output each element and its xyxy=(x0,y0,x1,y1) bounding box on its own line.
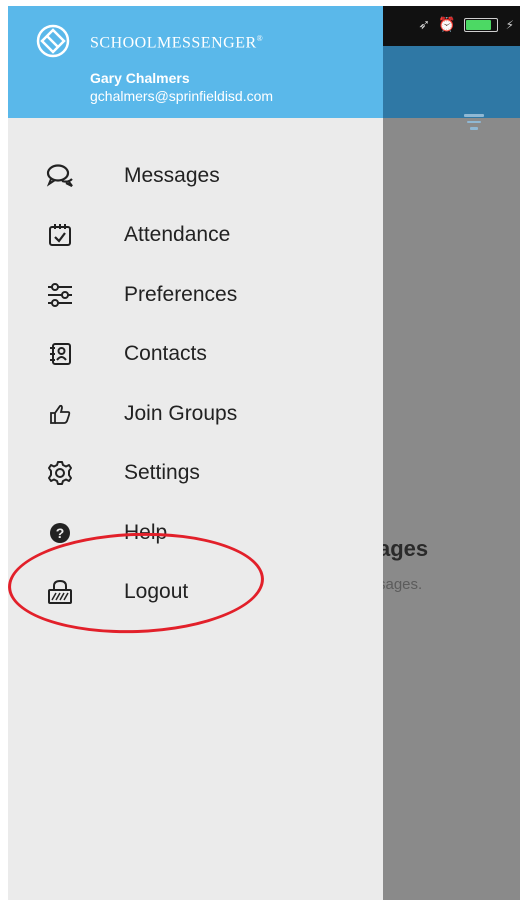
status-icons: ➶ ⏰ ⚡ xyxy=(418,16,514,33)
menu-item-label: Preferences xyxy=(124,282,238,306)
schoolmessenger-logo-icon xyxy=(36,24,70,58)
address-book-icon xyxy=(46,340,74,368)
svg-text:?: ? xyxy=(56,525,65,541)
user-name: Gary Chalmers xyxy=(90,70,190,86)
menu-item-preferences[interactable]: Preferences xyxy=(8,265,383,325)
menu-item-attendance[interactable]: Attendance xyxy=(8,206,383,266)
menu-item-label: Logout xyxy=(124,580,189,604)
alarm-icon: ⏰ xyxy=(438,16,456,32)
charging-bolt-icon: ⚡ xyxy=(505,17,514,32)
menu-item-contacts[interactable]: Contacts xyxy=(8,325,383,385)
menu-item-help[interactable]: ? Help xyxy=(8,503,383,563)
menu-item-settings[interactable]: Settings xyxy=(8,444,383,504)
drawer-menu: Messages Attendance Preferences Contacts xyxy=(8,146,383,622)
menu-item-label: Contacts xyxy=(124,342,207,366)
menu-item-label: Settings xyxy=(124,461,200,485)
location-arrow-icon: ➶ xyxy=(418,16,431,32)
battery-level xyxy=(465,19,492,30)
brand-name: SchoolMessenger® xyxy=(90,34,264,52)
navigation-drawer: SchoolMessenger® Gary Chalmers gchalmers… xyxy=(8,6,383,900)
menu-item-label: Messages xyxy=(124,163,220,187)
gear-icon xyxy=(46,459,74,487)
thumbs-up-icon xyxy=(46,400,74,428)
menu-item-join-groups[interactable]: Join Groups xyxy=(8,384,383,444)
help-circle-icon: ? xyxy=(46,519,74,547)
user-email: gchalmers@sprinfieldisd.com xyxy=(90,88,274,104)
menu-item-logout[interactable]: Logout xyxy=(8,563,383,623)
phone-screen: ➶ ⏰ ⚡ ages sages. Scho xyxy=(8,6,520,900)
battery-icon xyxy=(463,17,498,32)
menu-item-label: Help xyxy=(124,520,168,544)
drawer-header: SchoolMessenger® Gary Chalmers gchalmers… xyxy=(8,6,383,118)
sliders-icon xyxy=(46,281,74,309)
menu-item-label: Attendance xyxy=(124,223,231,247)
filter-icon[interactable] xyxy=(464,114,484,131)
calendar-check-icon xyxy=(46,221,74,249)
lock-icon xyxy=(46,578,74,606)
menu-item-messages[interactable]: Messages xyxy=(8,146,383,206)
empty-state-subtitle: sages. xyxy=(378,576,423,593)
empty-state-title: ages xyxy=(378,536,429,561)
menu-item-label: Join Groups xyxy=(124,401,238,425)
chat-bubbles-icon xyxy=(46,162,74,190)
